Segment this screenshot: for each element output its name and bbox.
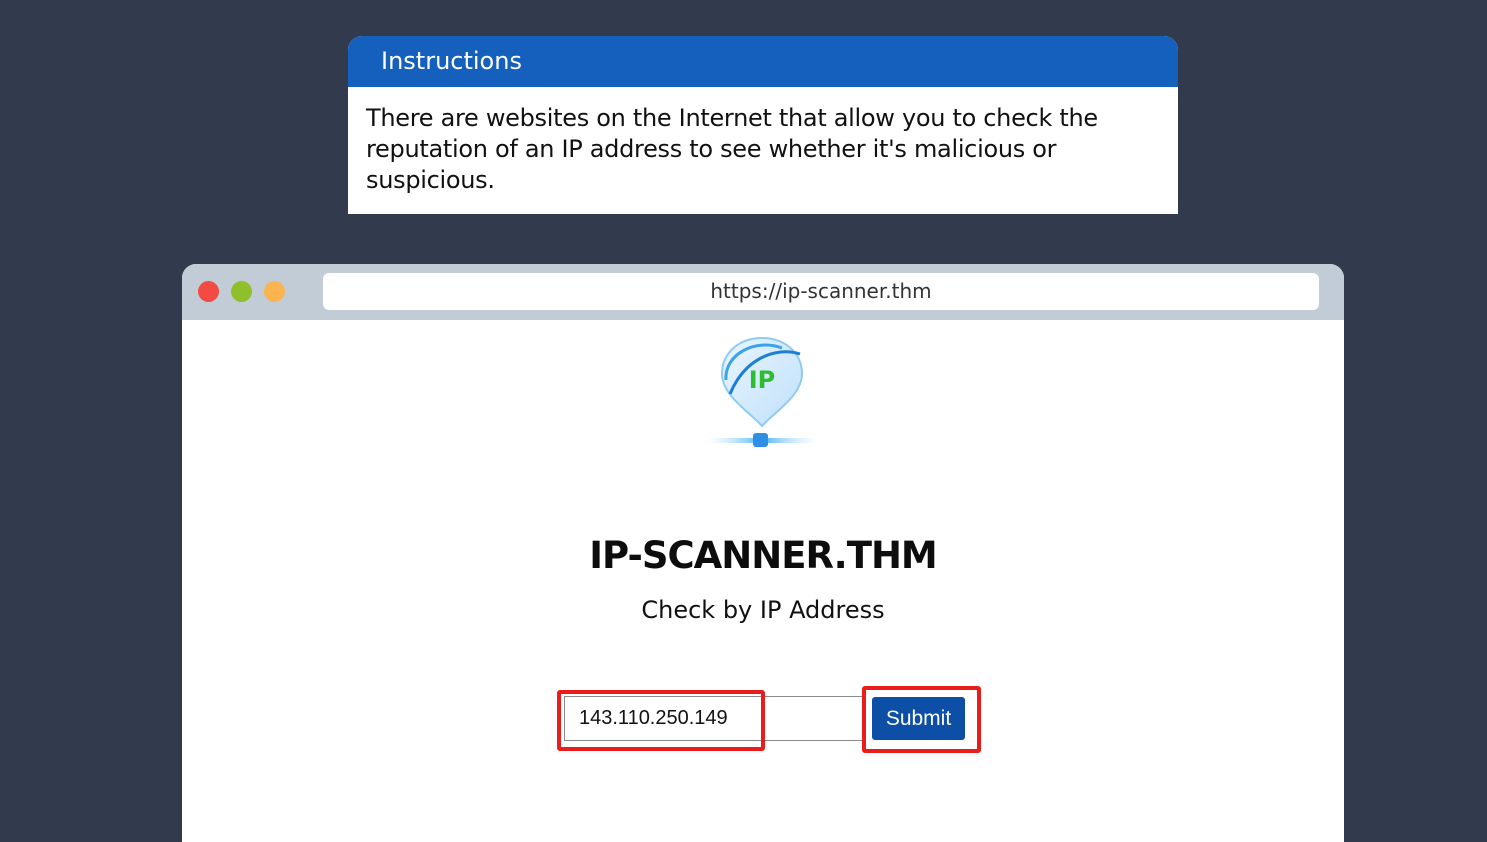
page-content: IP IP-SCANNER.THM Check by IP Address 14… <box>182 320 1344 842</box>
instructions-title: Instructions <box>348 36 1178 87</box>
instructions-panel: Instructions There are websites on the I… <box>348 36 1178 214</box>
submit-button[interactable]: Submit <box>872 697 965 740</box>
instructions-text: There are websites on the Internet that … <box>366 104 1098 194</box>
site-title: IP-SCANNER.THM <box>589 534 938 577</box>
logo-text: IP <box>749 366 776 394</box>
check-subtitle: Check by IP Address <box>641 596 885 624</box>
browser-titlebar: https://ip-scanner.thm <box>182 264 1344 320</box>
minimize-window-dot[interactable] <box>264 281 285 302</box>
close-window-dot[interactable] <box>198 281 219 302</box>
maximize-window-dot[interactable] <box>231 281 252 302</box>
ip-address-input[interactable]: 143.110.250.149 <box>564 696 864 741</box>
ip-logo-icon: IP <box>706 336 818 447</box>
browser-window: https://ip-scanner.thm IP IP-SCANNER.THM… <box>182 264 1344 842</box>
address-bar[interactable]: https://ip-scanner.thm <box>323 273 1319 310</box>
